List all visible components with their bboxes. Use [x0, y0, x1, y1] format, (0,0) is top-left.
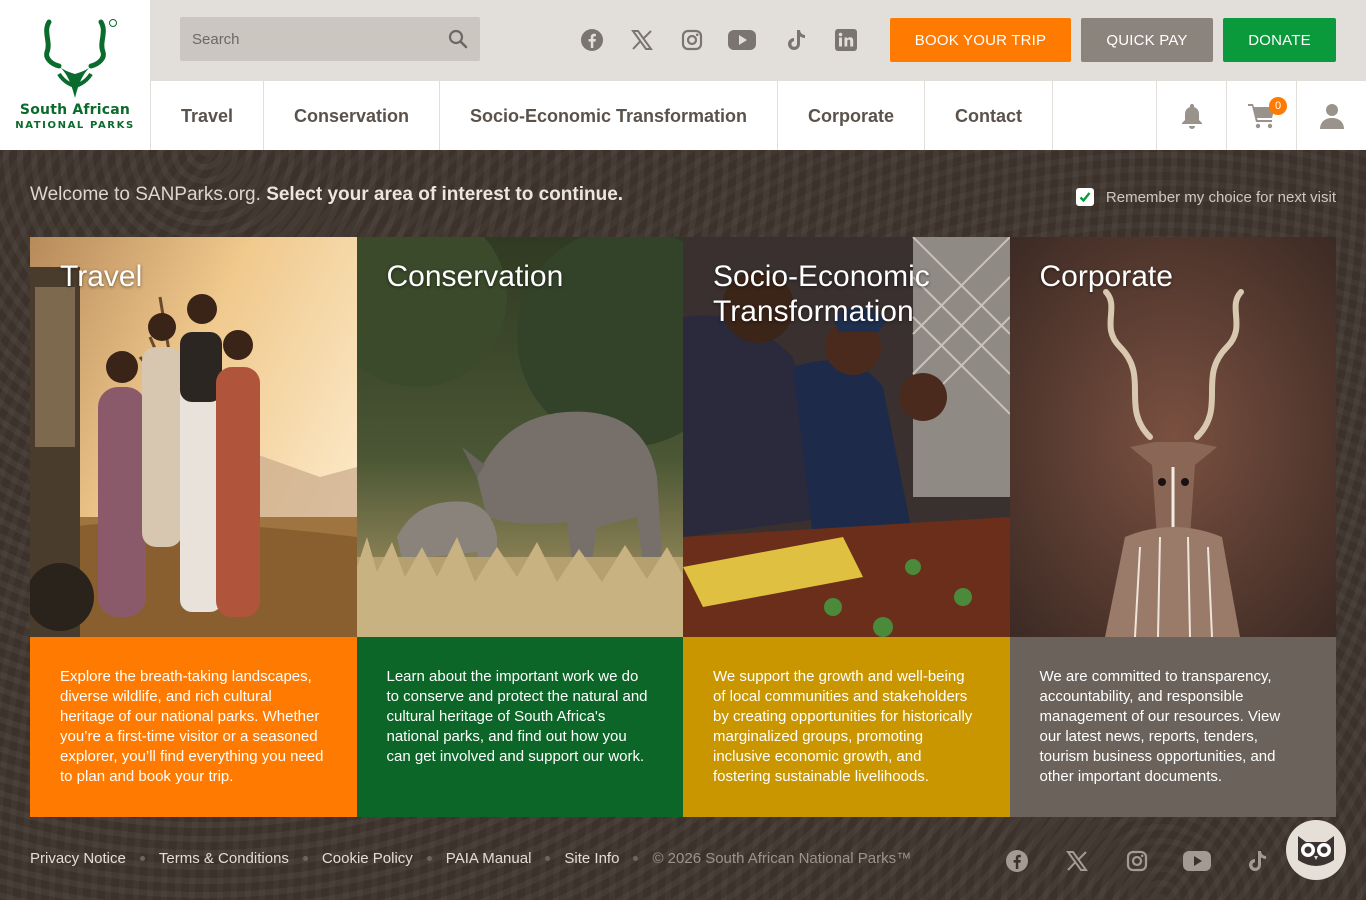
linkedin-icon[interactable]	[832, 26, 860, 54]
footer-link-terms[interactable]: Terms & Conditions	[159, 850, 289, 867]
footer-link-site-info[interactable]: Site Info	[564, 850, 619, 867]
sanparks-logo[interactable]: South African NATIONAL PARKS	[0, 0, 151, 150]
card-title-socio-economic: Socio-Economic Transformation	[713, 260, 930, 328]
footer-social-links	[1003, 847, 1303, 875]
footer-link-paia-manual[interactable]: PAIA Manual	[446, 850, 532, 867]
search-box	[180, 17, 480, 61]
footer-separator	[302, 856, 308, 861]
x-icon[interactable]	[1063, 847, 1091, 875]
remember-label: Remember my choice for next visit	[1105, 188, 1336, 206]
corporate-photo: Corporate	[1009, 237, 1336, 637]
conservation-photo: Conservation	[356, 237, 683, 637]
checkmark-icon	[1079, 192, 1091, 203]
owl-icon	[1298, 836, 1334, 866]
card-corporate[interactable]: Corporate We are committed to transparen…	[1009, 237, 1336, 817]
chat-assistant-button[interactable]	[1286, 820, 1346, 880]
instagram-icon[interactable]	[1123, 847, 1151, 875]
nav-item-corporate[interactable]: Corporate	[778, 81, 925, 151]
copyright: © 2026 South African National Parks™	[652, 850, 912, 867]
tiktok-icon[interactable]	[782, 26, 810, 54]
instagram-icon[interactable]	[678, 26, 706, 54]
account-button[interactable]	[1296, 81, 1366, 151]
header-social-links	[578, 26, 882, 54]
nav-item-conservation[interactable]: Conservation	[264, 81, 440, 151]
card-desc-travel: Explore the breath-taking landscapes, di…	[30, 637, 357, 817]
card-travel[interactable]: Travel Explore the breath-taking landsca…	[30, 237, 357, 817]
kudu-logo-icon	[44, 19, 117, 98]
nav-item-socio-economic-transformation[interactable]: Socio-Economic Transformation	[440, 81, 778, 151]
site-header: South African NATIONAL PARKS Search BOOK…	[0, 0, 1366, 151]
remember-choice[interactable]: Remember my choice for next visit	[1075, 188, 1336, 206]
user-icon	[1319, 104, 1344, 129]
card-conservation[interactable]: Conservation Learn about the important w…	[356, 237, 683, 817]
quick-pay-button[interactable]: QUICK PAY	[1081, 18, 1213, 62]
facebook-icon[interactable]	[1003, 847, 1031, 875]
logo-subtitle: NATIONAL PARKS	[15, 120, 135, 131]
x-icon[interactable]	[628, 26, 656, 54]
card-socio-economic[interactable]: Socio-Economic Transformation We support…	[683, 237, 1010, 817]
card-title-conservation: Conservation	[386, 260, 564, 293]
youtube-icon[interactable]	[728, 26, 756, 54]
card-title-corporate: Corporate	[1039, 260, 1173, 293]
footer-link-cookie-policy[interactable]: Cookie Policy	[322, 850, 413, 867]
card-desc-conservation: Learn about the important work we do to …	[356, 637, 683, 817]
main-nav: Travel Conservation Socio-Economic Trans…	[151, 80, 1366, 151]
nav-item-travel[interactable]: Travel	[151, 81, 264, 151]
top-bar: BOOK YOUR TRIP QUICK PAY DONATE	[151, 0, 1366, 80]
welcome-intro: Welcome to SANParks.org.	[30, 184, 261, 205]
welcome-prompt: Select your area of interest to continue…	[266, 184, 624, 205]
logo-wordmark: South African	[19, 102, 131, 118]
card-title-travel: Travel	[60, 260, 143, 293]
nav-item-contact[interactable]: Contact	[925, 81, 1053, 151]
tiktok-icon[interactable]	[1243, 847, 1271, 875]
book-your-trip-button[interactable]: BOOK YOUR TRIP	[890, 18, 1071, 62]
footer-separator	[545, 856, 551, 861]
facebook-icon[interactable]	[578, 26, 606, 54]
footer-separator	[426, 856, 432, 861]
search-input[interactable]	[180, 17, 430, 61]
footer-separator	[139, 856, 145, 861]
youtube-icon[interactable]	[1183, 847, 1211, 875]
card-desc-socio-economic: We support the growth and well-being of …	[683, 637, 1010, 817]
socio-economic-photo: Socio-Economic Transformation	[683, 237, 1010, 637]
donate-button[interactable]: DONATE	[1223, 18, 1336, 62]
footer-links: Privacy Notice Terms & Conditions Cookie…	[30, 850, 911, 867]
bell-icon	[1181, 104, 1202, 129]
card-desc-corporate: We are committed to transparency, accoun…	[1009, 637, 1336, 817]
cart-button[interactable]: 0	[1226, 81, 1296, 151]
cart-count-badge: 0	[1269, 97, 1287, 115]
interest-cards: Travel Explore the breath-taking landsca…	[30, 237, 1336, 817]
remember-checkbox[interactable]	[1075, 188, 1094, 206]
footer-separator	[633, 856, 639, 861]
travel-photo: Travel	[30, 237, 357, 637]
welcome-message: Welcome to SANParks.org. Select your are…	[30, 184, 623, 206]
notifications-button[interactable]	[1156, 81, 1226, 151]
footer-link-privacy-notice[interactable]: Privacy Notice	[30, 850, 126, 867]
search-icon[interactable]	[448, 29, 468, 49]
